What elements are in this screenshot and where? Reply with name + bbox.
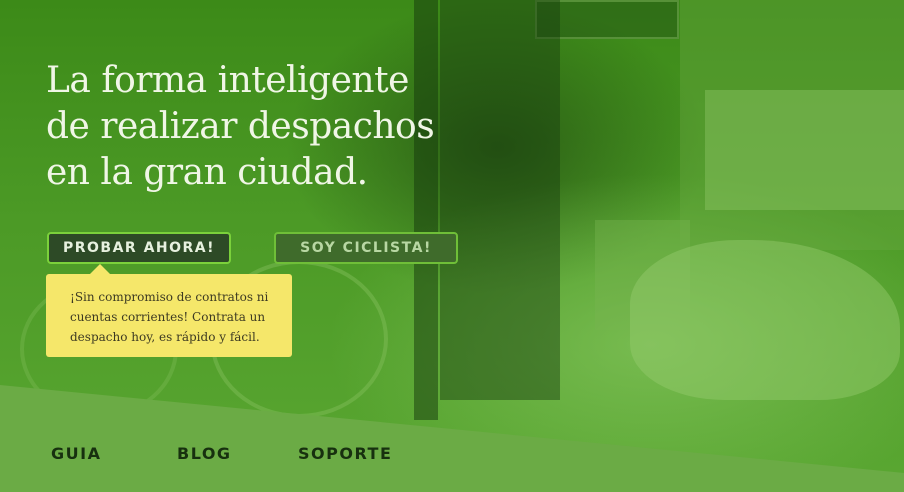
tooltip-arrow	[90, 264, 110, 274]
headline-line: en la gran ciudad.	[46, 152, 368, 193]
footer-band-shape	[0, 385, 904, 492]
nav-link-blog[interactable]: Blog	[177, 444, 232, 464]
headline-line: de realizar despachos	[46, 106, 435, 147]
cyclist-signup-button[interactable]: Soy ciclista!	[274, 232, 458, 264]
hero-headline: La forma inteligente de realizar despach…	[46, 58, 466, 196]
info-tooltip: ¡Sin compromiso de contratos ni cuentas …	[46, 274, 292, 357]
try-now-button[interactable]: Probar ahora!	[47, 232, 231, 264]
footer-band	[0, 385, 904, 492]
headline-line: La forma inteligente	[46, 60, 409, 101]
background-boxes	[705, 90, 904, 210]
nav-link-soporte[interactable]: Soporte	[298, 444, 392, 464]
nav-link-guia[interactable]: Guia	[51, 444, 101, 464]
